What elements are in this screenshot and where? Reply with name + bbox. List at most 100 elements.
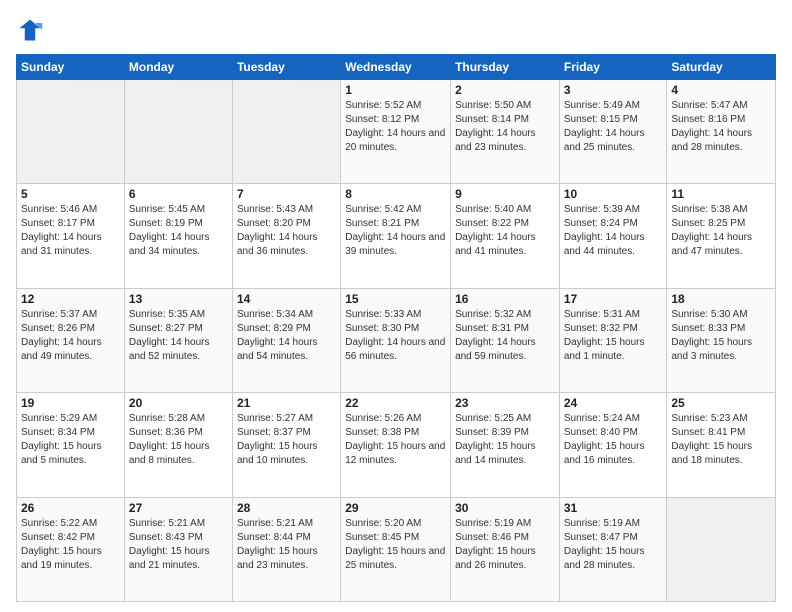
day-info: Sunrise: 5:26 AMSunset: 8:38 PMDaylight:… — [345, 412, 446, 468]
calendar-cell: 22 Sunrise: 5:26 AMSunset: 8:38 PMDayligh… — [341, 393, 451, 497]
calendar-cell: 27 Sunrise: 5:21 AMSunset: 8:43 PMDayligh… — [124, 497, 232, 601]
calendar-cell: 31 Sunrise: 5:19 AMSunset: 8:47 PMDayligh… — [559, 497, 667, 601]
day-number: 7 — [237, 187, 336, 201]
calendar-cell: 6 Sunrise: 5:45 AMSunset: 8:19 PMDaylight… — [124, 184, 232, 288]
header-cell-thursday: Thursday — [451, 55, 560, 80]
calendar-cell: 20 Sunrise: 5:28 AMSunset: 8:36 PMDayligh… — [124, 393, 232, 497]
day-info: Sunrise: 5:30 AMSunset: 8:33 PMDaylight:… — [671, 308, 771, 364]
calendar-cell: 1 Sunrise: 5:52 AMSunset: 8:12 PMDaylight… — [341, 80, 451, 184]
day-info: Sunrise: 5:23 AMSunset: 8:41 PMDaylight:… — [671, 412, 771, 468]
day-info: Sunrise: 5:21 AMSunset: 8:43 PMDaylight:… — [129, 517, 228, 573]
calendar-cell: 29 Sunrise: 5:20 AMSunset: 8:45 PMDayligh… — [341, 497, 451, 601]
day-info: Sunrise: 5:49 AMSunset: 8:15 PMDaylight:… — [564, 99, 663, 155]
week-row-4: 26Sunrise: 5:22 AMSunset: 8:42 PMDayligh… — [17, 497, 776, 601]
day-number: 11 — [671, 187, 771, 201]
day-number: 30 — [455, 501, 555, 515]
calendar-table: SundayMondayTuesdayWednesdayThursdayFrid… — [16, 54, 776, 602]
day-number: 31 — [564, 501, 663, 515]
header-cell-sunday: Sunday — [17, 55, 125, 80]
calendar-cell: 16Sunrise: 5:32 AMSunset: 8:31 PMDayligh… — [451, 288, 560, 392]
day-number: 25 — [671, 396, 771, 410]
calendar-cell — [124, 80, 232, 184]
calendar-cell: 5 Sunrise: 5:46 AMSunset: 8:17 PMDaylight… — [17, 184, 125, 288]
day-number: 17 — [564, 292, 663, 306]
day-info: Sunrise: 5:21 AMSunset: 8:44 PMDaylight:… — [237, 517, 336, 573]
calendar-cell: 28 Sunrise: 5:21 AMSunset: 8:44 PMDayligh… — [232, 497, 340, 601]
day-info: Sunrise: 5:25 AMSunset: 8:39 PMDaylight:… — [455, 412, 555, 468]
day-info: Sunrise: 5:47 AMSunset: 8:16 PMDaylight:… — [671, 99, 771, 155]
day-info: Sunrise: 5:20 AMSunset: 8:45 PMDaylight:… — [345, 517, 446, 573]
header-cell-monday: Monday — [124, 55, 232, 80]
calendar-cell: 8 Sunrise: 5:42 AMSunset: 8:21 PMDaylight… — [341, 184, 451, 288]
day-info: Sunrise: 5:42 AMSunset: 8:21 PMDaylight:… — [345, 203, 446, 259]
day-info: Sunrise: 5:19 AMSunset: 8:47 PMDaylight:… — [564, 517, 663, 573]
logo-icon — [16, 16, 44, 44]
day-info: Sunrise: 5:52 AMSunset: 8:12 PMDaylight:… — [345, 99, 446, 155]
day-number: 13 — [129, 292, 228, 306]
day-number: 3 — [564, 83, 663, 97]
day-info: Sunrise: 5:29 AMSunset: 8:34 PMDaylight:… — [21, 412, 120, 468]
day-number: 20 — [129, 396, 228, 410]
day-info: Sunrise: 5:43 AMSunset: 8:20 PMDaylight:… — [237, 203, 336, 259]
day-info: Sunrise: 5:22 AMSunset: 8:42 PMDaylight:… — [21, 517, 120, 573]
day-number: 18 — [671, 292, 771, 306]
day-info: Sunrise: 5:28 AMSunset: 8:36 PMDaylight:… — [129, 412, 228, 468]
calendar-cell: 11 Sunrise: 5:38 AMSunset: 8:25 PMDayligh… — [667, 184, 776, 288]
day-info: Sunrise: 5:46 AMSunset: 8:17 PMDaylight:… — [21, 203, 120, 259]
calendar-cell: 10Sunrise: 5:39 AMSunset: 8:24 PMDayligh… — [559, 184, 667, 288]
calendar-header: SundayMondayTuesdayWednesdayThursdayFrid… — [17, 55, 776, 80]
day-number: 24 — [564, 396, 663, 410]
day-number: 19 — [21, 396, 120, 410]
day-number: 22 — [345, 396, 446, 410]
header — [16, 16, 776, 44]
day-number: 16 — [455, 292, 555, 306]
day-info: Sunrise: 5:37 AMSunset: 8:26 PMDaylight:… — [21, 308, 120, 364]
calendar-cell: 25 Sunrise: 5:23 AMSunset: 8:41 PMDayligh… — [667, 393, 776, 497]
day-number: 9 — [455, 187, 555, 201]
week-row-2: 12 Sunrise: 5:37 AMSunset: 8:26 PMDayligh… — [17, 288, 776, 392]
day-number: 23 — [455, 396, 555, 410]
day-number: 6 — [129, 187, 228, 201]
day-info: Sunrise: 5:27 AMSunset: 8:37 PMDaylight:… — [237, 412, 336, 468]
day-info: Sunrise: 5:39 AMSunset: 8:24 PMDaylight:… — [564, 203, 663, 259]
calendar-cell: 30Sunrise: 5:19 AMSunset: 8:46 PMDayligh… — [451, 497, 560, 601]
day-info: Sunrise: 5:45 AMSunset: 8:19 PMDaylight:… — [129, 203, 228, 259]
day-number: 1 — [345, 83, 446, 97]
day-info: Sunrise: 5:38 AMSunset: 8:25 PMDaylight:… — [671, 203, 771, 259]
day-info: Sunrise: 5:40 AMSunset: 8:22 PMDaylight:… — [455, 203, 555, 259]
calendar-cell: 26Sunrise: 5:22 AMSunset: 8:42 PMDayligh… — [17, 497, 125, 601]
day-number: 5 — [21, 187, 120, 201]
page: SundayMondayTuesdayWednesdayThursdayFrid… — [0, 0, 792, 612]
calendar-cell: 14 Sunrise: 5:34 AMSunset: 8:29 PMDayligh… — [232, 288, 340, 392]
day-number: 27 — [129, 501, 228, 515]
logo — [16, 16, 48, 44]
day-number: 28 — [237, 501, 336, 515]
week-row-0: 1 Sunrise: 5:52 AMSunset: 8:12 PMDaylight… — [17, 80, 776, 184]
day-info: Sunrise: 5:50 AMSunset: 8:14 PMDaylight:… — [455, 99, 555, 155]
calendar-cell: 18 Sunrise: 5:30 AMSunset: 8:33 PMDayligh… — [667, 288, 776, 392]
day-number: 8 — [345, 187, 446, 201]
day-number: 14 — [237, 292, 336, 306]
calendar-cell: 4 Sunrise: 5:47 AMSunset: 8:16 PMDaylight… — [667, 80, 776, 184]
header-cell-friday: Friday — [559, 55, 667, 80]
day-info: Sunrise: 5:24 AMSunset: 8:40 PMDaylight:… — [564, 412, 663, 468]
calendar-cell: 19 Sunrise: 5:29 AMSunset: 8:34 PMDayligh… — [17, 393, 125, 497]
calendar-cell: 13 Sunrise: 5:35 AMSunset: 8:27 PMDayligh… — [124, 288, 232, 392]
day-number: 4 — [671, 83, 771, 97]
day-number: 15 — [345, 292, 446, 306]
header-cell-tuesday: Tuesday — [232, 55, 340, 80]
day-info: Sunrise: 5:34 AMSunset: 8:29 PMDaylight:… — [237, 308, 336, 364]
header-cell-saturday: Saturday — [667, 55, 776, 80]
day-number: 12 — [21, 292, 120, 306]
calendar-cell — [232, 80, 340, 184]
calendar-cell: 15Sunrise: 5:33 AMSunset: 8:30 PMDayligh… — [341, 288, 451, 392]
calendar-cell: 24 Sunrise: 5:24 AMSunset: 8:40 PMDayligh… — [559, 393, 667, 497]
calendar-cell: 12 Sunrise: 5:37 AMSunset: 8:26 PMDayligh… — [17, 288, 125, 392]
day-number: 21 — [237, 396, 336, 410]
day-number: 2 — [455, 83, 555, 97]
day-number: 29 — [345, 501, 446, 515]
calendar-cell: 17Sunrise: 5:31 AMSunset: 8:32 PMDayligh… — [559, 288, 667, 392]
calendar-cell: 7 Sunrise: 5:43 AMSunset: 8:20 PMDaylight… — [232, 184, 340, 288]
week-row-1: 5 Sunrise: 5:46 AMSunset: 8:17 PMDaylight… — [17, 184, 776, 288]
day-info: Sunrise: 5:35 AMSunset: 8:27 PMDaylight:… — [129, 308, 228, 364]
